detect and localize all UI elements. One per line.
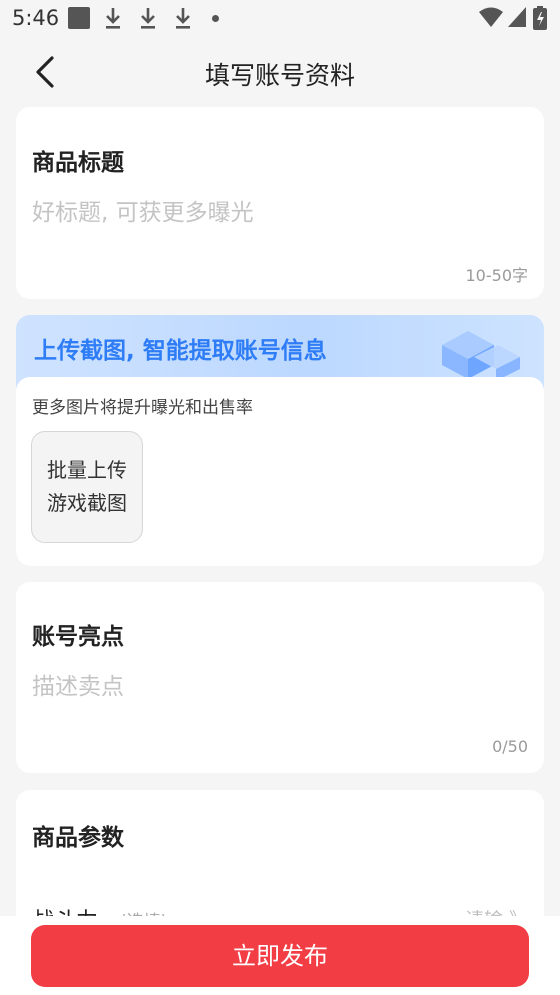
product-title-input[interactable]: 好标题, 可获更多曝光	[32, 193, 254, 227]
download-icon	[106, 8, 120, 29]
upload-banner-text: 上传截图, 智能提取账号信息	[34, 338, 327, 364]
batch-upload-label-line1: 批量上传	[47, 458, 127, 482]
bottom-bar: 立即发布	[0, 916, 560, 995]
account-highlights-counter: 0/50	[492, 737, 528, 756]
status-time: 5:46	[12, 6, 60, 30]
battery-charging-icon	[533, 6, 547, 30]
account-highlights-card: 账号亮点 描述卖点 0/50	[16, 582, 544, 773]
product-params-label: 商品参数	[32, 825, 124, 851]
download-icon	[141, 8, 155, 29]
dot-icon	[212, 15, 219, 22]
nav-bar: 填写账号资料	[0, 40, 560, 104]
batch-upload-button[interactable]: 批量上传 游戏截图	[31, 431, 143, 543]
product-title-label: 商品标题	[32, 150, 124, 176]
download-icon	[176, 8, 190, 29]
signal-icon	[508, 7, 526, 27]
product-title-counter: 10-50字	[465, 266, 529, 285]
account-highlights-label: 账号亮点	[32, 624, 124, 650]
batch-upload-label-line2: 游戏截图	[47, 491, 127, 515]
upload-screenshots-card: 上传截图, 智能提取账号信息 更多图片将提升曝光和出售率 批量上传 游戏截图	[16, 315, 544, 566]
notification-square-icon	[68, 7, 90, 29]
upload-content: 更多图片将提升曝光和出售率 批量上传 游戏截图	[16, 377, 544, 566]
page-title: 填写账号资料	[204, 61, 355, 90]
wifi-icon	[479, 7, 503, 27]
publish-button[interactable]: 立即发布	[31, 925, 529, 987]
product-title-card: 商品标题 好标题, 可获更多曝光 10-50字	[16, 107, 544, 299]
account-highlights-input[interactable]: 描述卖点	[32, 667, 124, 701]
upload-hint: 更多图片将提升曝光和出售率	[32, 398, 253, 418]
status-bar: 5:46	[0, 0, 560, 36]
ai-extract-decoration-icon	[442, 331, 520, 381]
